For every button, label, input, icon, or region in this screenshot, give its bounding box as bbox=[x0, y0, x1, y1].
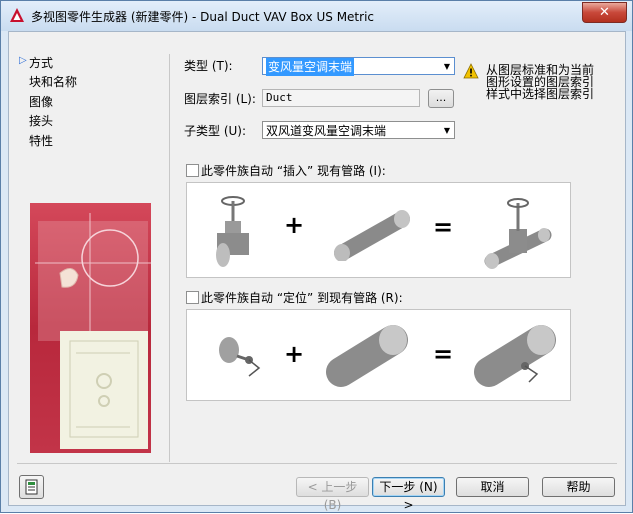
equals-symbol: = bbox=[433, 213, 454, 241]
cylinder-icon bbox=[326, 325, 408, 387]
warning-icon bbox=[463, 63, 479, 79]
nav-item-block-name[interactable]: 块和名称 bbox=[29, 73, 77, 90]
cancel-button[interactable]: 取消 bbox=[456, 477, 529, 497]
chevron-down-icon: ▼ bbox=[443, 62, 450, 71]
plus-symbol: + bbox=[284, 211, 305, 239]
nav-item-method[interactable]: ▷ 方式 bbox=[19, 54, 53, 71]
locate-illustration-panel: + = bbox=[186, 309, 571, 401]
dialog-body: ▷ 方式 块和名称 图像 接头 特性 类型 (T): 变风量空调末端 ▼ 从图层… bbox=[8, 31, 626, 512]
equals-symbol: = bbox=[433, 340, 454, 368]
window-title: 多视图零件生成器 (新建零件) - Dual Duct VAV Box US M… bbox=[31, 10, 374, 24]
close-button[interactable]: ✕ bbox=[582, 2, 627, 23]
help-button[interactable]: 帮助 bbox=[542, 477, 615, 497]
dialog-window: 多视图零件生成器 (新建零件) - Dual Duct VAV Box US M… bbox=[0, 0, 633, 513]
nav-divider bbox=[169, 54, 170, 462]
layer-key-field[interactable]: Duct bbox=[262, 89, 420, 107]
footer-divider bbox=[17, 463, 617, 464]
subtype-select-value: 双风道变风量空调末端 bbox=[266, 124, 387, 138]
pipe-icon bbox=[334, 210, 410, 261]
current-step-arrow-icon: ▷ bbox=[19, 55, 27, 66]
back-button[interactable]: < 上一步 (B) bbox=[296, 477, 369, 512]
connector-icon bbox=[219, 337, 261, 377]
autocad-logo-icon bbox=[10, 8, 24, 22]
next-button[interactable]: 下一步 (N) > bbox=[372, 477, 445, 512]
nav-item-connectors[interactable]: 接头 bbox=[29, 112, 53, 129]
valve-icon bbox=[216, 196, 249, 267]
layer-key-label: 图层索引 (L): bbox=[184, 92, 256, 106]
wizard-illustration bbox=[30, 203, 151, 453]
browse-button[interactable]: ... bbox=[428, 89, 454, 108]
insert-checkbox-label: 此零件族自动 “插入” 现有管路 (I): bbox=[201, 164, 386, 178]
subtype-label: 子类型 (U): bbox=[184, 124, 247, 138]
type-select[interactable]: 变风量空调末端 ▼ bbox=[262, 57, 455, 76]
nav-item-image[interactable]: 图像 bbox=[29, 93, 53, 110]
context-help-button[interactable] bbox=[19, 475, 44, 499]
title-bar: 多视图零件生成器 (新建零件) - Dual Duct VAV Box US M… bbox=[1, 1, 632, 31]
type-select-value: 变风量空调末端 bbox=[266, 58, 355, 76]
nav-item-properties[interactable]: 特性 bbox=[29, 132, 53, 149]
cylinder-located-icon bbox=[474, 325, 556, 387]
subtype-select[interactable]: 双风道变风量空调末端 ▼ bbox=[262, 121, 455, 139]
type-label: 类型 (T): bbox=[184, 59, 233, 73]
insert-illustration-panel: + = bbox=[186, 182, 571, 278]
layer-key-hint: 从图层标准和为当前图形设置的图层索引样式中选择图层索引 bbox=[486, 63, 595, 101]
locate-checkbox-label: 此零件族自动 “定位” 到现有管路 (R): bbox=[201, 291, 403, 305]
help-book-icon bbox=[25, 479, 38, 495]
chevron-down-icon: ▼ bbox=[443, 126, 450, 135]
valve-inserted-icon bbox=[484, 198, 552, 269]
insert-checkbox[interactable] bbox=[186, 164, 199, 177]
plus-symbol: + bbox=[284, 340, 305, 368]
locate-checkbox[interactable] bbox=[186, 291, 199, 304]
